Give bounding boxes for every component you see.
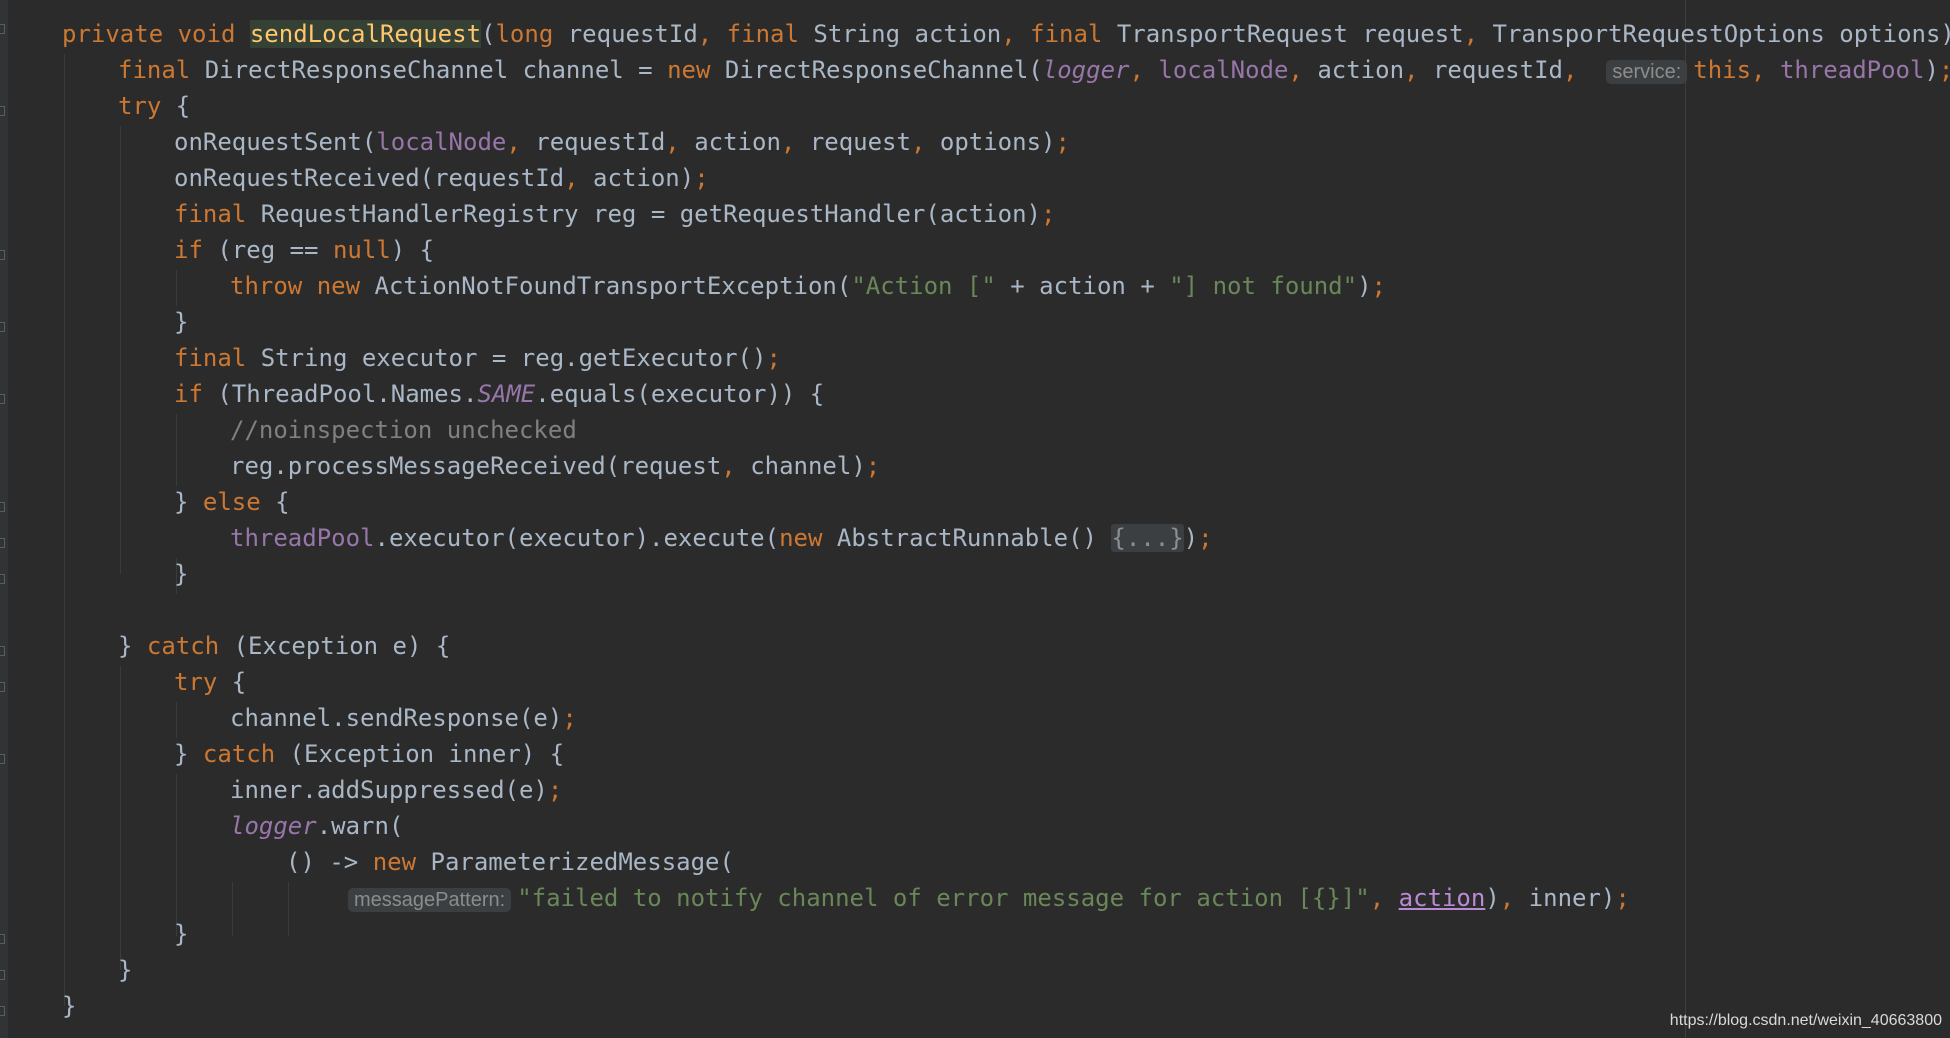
code-editor[interactable]: private void sendLocalRequest(long reque… [0, 0, 1950, 1038]
code-line[interactable]: if (reg == null) { [174, 232, 434, 268]
indent-guide [64, 54, 65, 1006]
fold-marker[interactable] [0, 250, 5, 260]
code-line[interactable]: } catch (Exception e) { [118, 628, 450, 664]
fold-marker[interactable] [0, 394, 5, 404]
indent-guide [176, 270, 177, 306]
code-line[interactable]: try { [174, 664, 246, 700]
indent-guide [176, 414, 177, 486]
code-line[interactable]: } [118, 952, 132, 988]
indent-guide [288, 882, 289, 936]
right-margin-guide [1685, 0, 1686, 1038]
fold-marker[interactable] [0, 970, 5, 980]
code-line[interactable]: inner.addSuppressed(e); [230, 772, 562, 808]
code-line[interactable]: } else { [174, 484, 290, 520]
code-line[interactable]: private void sendLocalRequest(long reque… [62, 16, 1950, 52]
code-line[interactable]: final String executor = reg.getExecutor(… [174, 340, 781, 376]
indent-guide [176, 702, 177, 738]
code-line[interactable]: logger.warn( [230, 808, 403, 844]
action-reference-link[interactable]: action [1399, 884, 1486, 912]
fold-marker[interactable] [0, 322, 5, 332]
fold-marker[interactable] [0, 682, 5, 692]
code-line[interactable]: reg.processMessageReceived(request, chan… [230, 448, 880, 484]
editor-gutter[interactable] [0, 0, 8, 1038]
method-name: sendLocalRequest [249, 20, 482, 48]
code-line[interactable]: final RequestHandlerRegistry reg = getRe… [174, 196, 1055, 232]
indent-guide [176, 774, 177, 936]
watermark-url: https://blog.csdn.net/weixin_40663800 [1669, 1012, 1942, 1029]
code-line[interactable]: //noinspection unchecked [230, 412, 577, 448]
indent-guide [120, 126, 121, 574]
parameter-hint-message-pattern: messagePattern: [348, 888, 512, 912]
indent-guide [232, 882, 233, 936]
fold-marker[interactable] [0, 106, 5, 116]
code-line[interactable]: onRequestSent(localNode, requestId, acti… [174, 124, 1070, 160]
parameter-hint-service: service: [1606, 60, 1688, 84]
fold-marker[interactable] [0, 754, 5, 764]
indent-guide [120, 666, 121, 970]
fold-marker[interactable] [0, 502, 5, 512]
code-line[interactable]: } [174, 556, 188, 592]
fold-marker[interactable] [0, 24, 5, 34]
fold-marker[interactable] [0, 646, 5, 656]
code-line[interactable]: } [174, 304, 188, 340]
code-line[interactable]: threadPool.executor(executor).execute(ne… [230, 520, 1213, 556]
code-line[interactable]: channel.sendResponse(e); [230, 700, 577, 736]
fold-marker[interactable] [0, 538, 5, 548]
code-line[interactable]: } [174, 916, 188, 952]
fold-marker[interactable] [0, 1006, 5, 1016]
code-line[interactable]: throw new ActionNotFoundTransportExcepti… [230, 268, 1386, 304]
code-line[interactable]: final DirectResponseChannel channel = ne… [118, 52, 1950, 88]
fold-marker[interactable] [0, 574, 5, 584]
code-line[interactable]: messagePattern: "failed to notify channel… [348, 880, 1630, 916]
folded-code-block[interactable]: {...} [1111, 524, 1184, 552]
code-line[interactable]: if (ThreadPool.Names.SAME.equals(executo… [174, 376, 824, 412]
code-line[interactable]: onRequestReceived(requestId, action); [174, 160, 709, 196]
code-line[interactable]: } catch (Exception inner) { [174, 736, 564, 772]
code-line[interactable]: () -> new ParameterizedMessage( [286, 844, 734, 880]
fold-marker[interactable] [0, 934, 5, 944]
code-line[interactable]: } [62, 988, 76, 1024]
code-line[interactable]: try { [118, 88, 190, 124]
